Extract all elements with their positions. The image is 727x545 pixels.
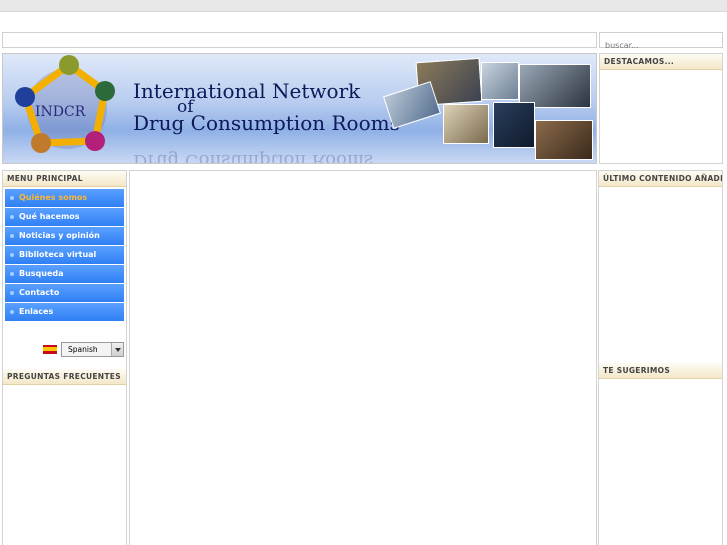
site-banner[interactable]: INDCR International Network of Drug Cons… [2, 53, 597, 164]
banner-title-line1: International Network [133, 79, 361, 103]
banner-photo-6 [493, 102, 535, 148]
bullet-icon [10, 272, 14, 276]
menu-item-busqueda[interactable]: Busqueda [5, 265, 124, 283]
menu-item-label: Noticias y opinión [19, 231, 100, 240]
language-select[interactable]: Spanish [61, 341, 124, 357]
banner-title-line3: Drug Consumption Rooms [133, 111, 400, 135]
menu-item-label: Quiénes somos [19, 193, 88, 202]
language-select-value: Spanish [68, 344, 98, 354]
preguntas-frecuentes-header: PREGUNTAS FRECUENTES [3, 369, 126, 385]
menu-item-label: Enlaces [19, 307, 54, 316]
menu-item-quienes-somos[interactable]: Quiénes somos [5, 189, 124, 207]
menu-item-label: Contacto [19, 288, 60, 297]
banner-photo-7 [535, 120, 593, 160]
bullet-icon [10, 215, 14, 219]
destacamos-header: DESTACAMOS... [600, 54, 722, 70]
bullet-icon [10, 291, 14, 295]
top-bar [0, 0, 727, 12]
menu-item-enlaces[interactable]: Enlaces [5, 303, 124, 321]
banner-title-reflection: Drug Consumption Rooms [133, 150, 374, 164]
bullet-icon [10, 253, 14, 257]
menu-item-biblioteca[interactable]: Biblioteca virtual [5, 246, 124, 264]
logo-text: INDCR [35, 104, 86, 120]
banner-photo-5 [443, 104, 489, 144]
bullet-icon [10, 310, 14, 314]
search-input[interactable] [600, 38, 722, 53]
language-selector-row: Spanish [43, 341, 124, 357]
destacamos-panel: DESTACAMOS... [599, 53, 723, 164]
menu-principal-header: MENU PRINCIPAL [3, 171, 126, 187]
ultimo-contenido-header: ÚLTIMO CONTENIDO AÑADIDO [599, 171, 722, 187]
banner-title: International Network of Drug Consumptio… [133, 79, 400, 135]
banner-photo-2 [481, 62, 519, 100]
top-strip [2, 32, 597, 48]
right-column: ÚLTIMO CONTENIDO AÑADIDO TE SUGERIMOS [598, 170, 723, 545]
menu-item-label: Qué hacemos [19, 212, 80, 221]
spain-flag-icon [43, 344, 57, 354]
menu-item-que-hacemos[interactable]: Qué hacemos [5, 208, 124, 226]
search-box[interactable] [599, 32, 723, 53]
main-menu: Quiénes somos Qué hacemos Noticias y opi… [3, 189, 126, 321]
main-content-area [129, 170, 597, 545]
left-column: MENU PRINCIPAL Quiénes somos Qué hacemos… [2, 170, 127, 545]
bullet-icon [10, 234, 14, 238]
menu-item-label: Busqueda [19, 269, 64, 278]
chevron-down-icon[interactable] [111, 342, 123, 356]
te-sugerimos-header: TE SUGERIMOS [599, 363, 722, 379]
indcr-logo: INDCR [15, 55, 115, 153]
bullet-icon [10, 196, 14, 200]
menu-item-label: Biblioteca virtual [19, 250, 97, 259]
menu-item-contacto[interactable]: Contacto [5, 284, 124, 302]
menu-item-noticias[interactable]: Noticias y opinión [5, 227, 124, 245]
